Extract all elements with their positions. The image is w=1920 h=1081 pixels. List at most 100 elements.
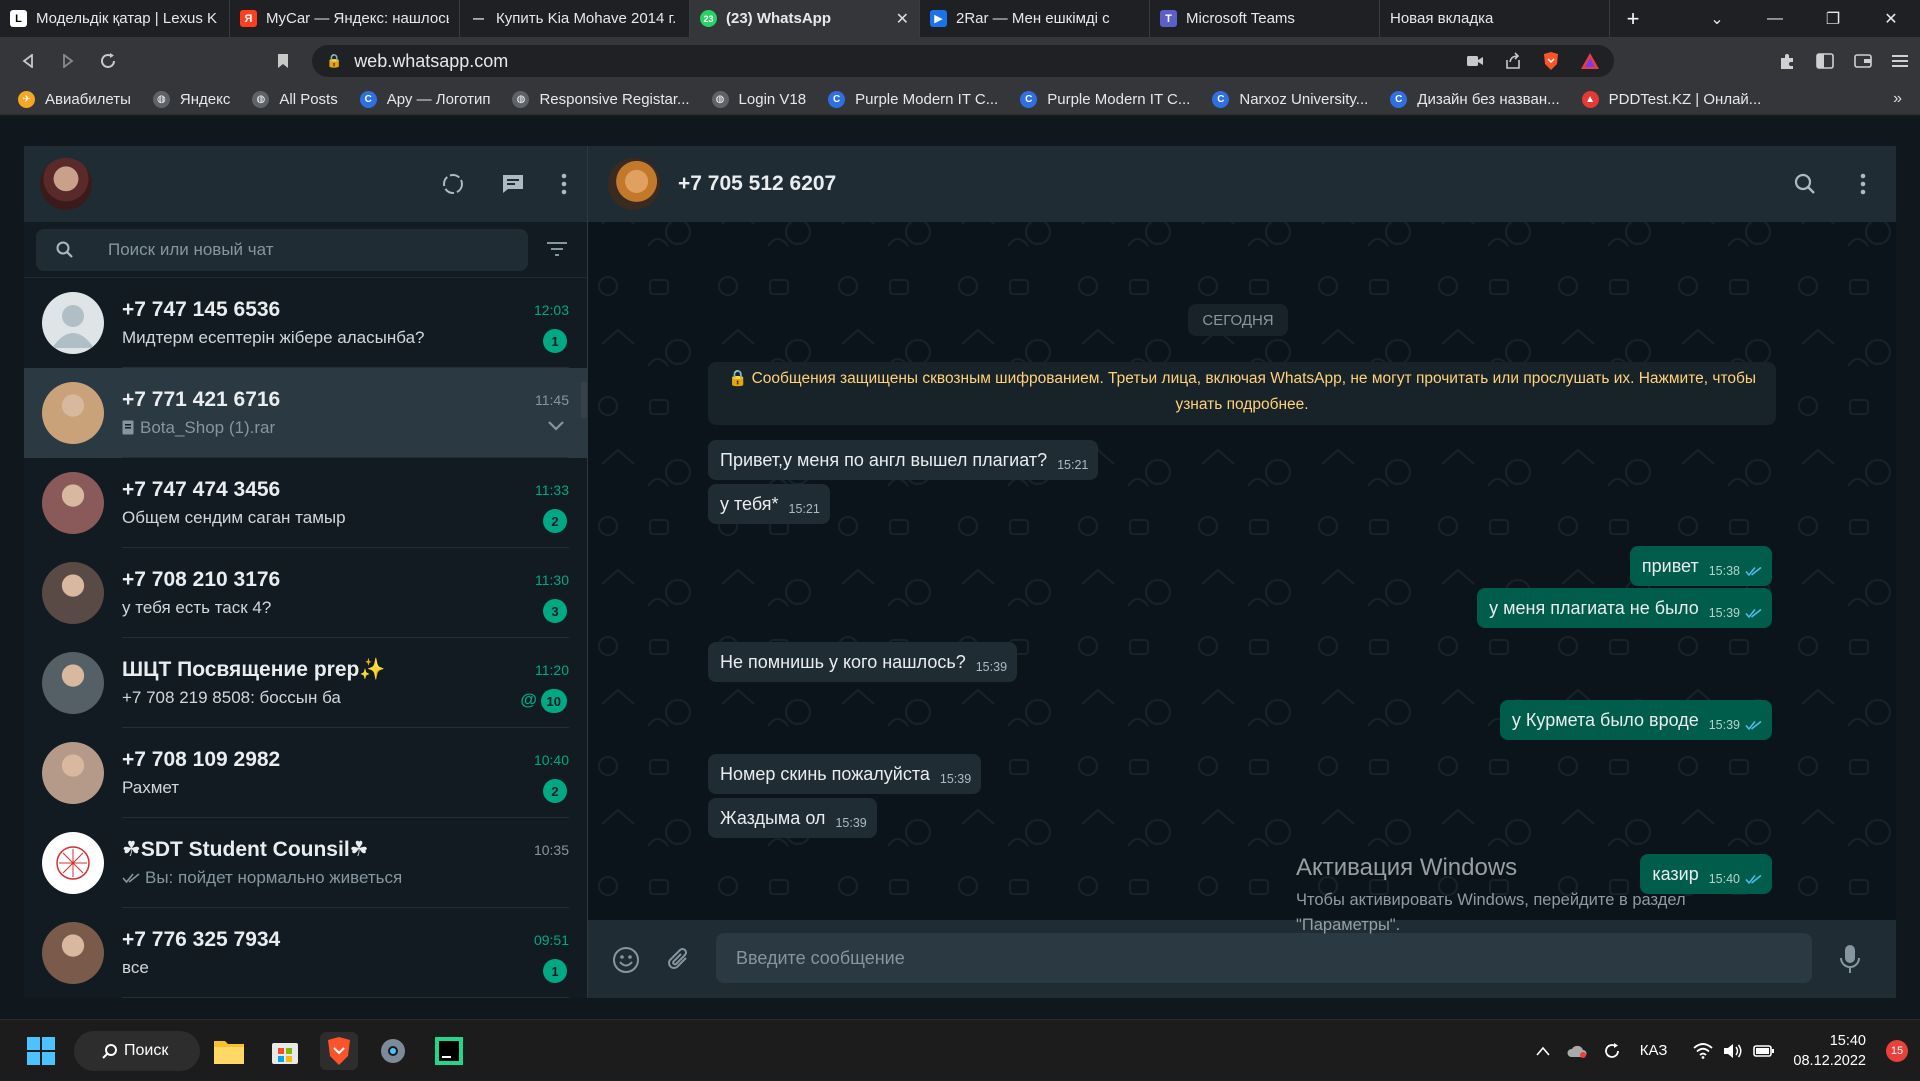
chat-last-message-row: +7 708 219 8508: боссын ба xyxy=(122,688,569,708)
conversation-menu-icon[interactable] xyxy=(1860,173,1866,195)
menu-icon[interactable] xyxy=(1892,54,1908,68)
outgoing-message[interactable]: у Курмета было вроде 15:39 xyxy=(1499,700,1772,740)
restore-button[interactable]: ❐ xyxy=(1804,0,1862,37)
file-explorer-icon[interactable] xyxy=(210,1032,248,1070)
address-bar[interactable]: 🔒 web.whatsapp.com xyxy=(312,45,1614,77)
contact-avatar[interactable] xyxy=(608,158,660,210)
language-indicator[interactable]: КАЗ xyxy=(1640,1042,1668,1059)
chat-time: 11:20 xyxy=(535,662,569,678)
browser-tab[interactable]: Я MyCar — Яндекс: нашлось xyxy=(230,0,460,37)
tab-search-icon[interactable]: ⌄ xyxy=(1688,0,1746,37)
battery-icon[interactable] xyxy=(1753,1044,1775,1058)
chat-list-item[interactable]: +7 747 474 3456 Общем сендим саган тамыр 1… xyxy=(24,458,587,548)
start-button[interactable] xyxy=(22,1032,60,1070)
minimize-button[interactable]: — xyxy=(1746,0,1804,37)
incoming-message[interactable]: Привет,у меня по англ вышел плагиат? 15:2… xyxy=(708,440,1099,480)
attach-icon[interactable] xyxy=(666,946,692,974)
brave-shield-icon[interactable] xyxy=(1542,51,1560,71)
onedrive-icon[interactable] xyxy=(1566,1044,1588,1058)
chat-time: 10:35 xyxy=(533,842,569,858)
profile-avatar[interactable] xyxy=(40,158,92,210)
more-bookmarks-button[interactable]: » xyxy=(1893,90,1902,108)
chat-list-item[interactable]: +7 771 421 6716 Bota_Shop (1).rar 11:45 xyxy=(24,368,587,458)
pycharm-taskbar-icon[interactable] xyxy=(430,1032,468,1070)
new-chat-icon[interactable] xyxy=(501,173,525,195)
bookmark-item[interactable]: C Purple Modern IT C... xyxy=(828,91,998,108)
notification-badge[interactable]: 15 xyxy=(1886,1039,1908,1062)
reload-icon[interactable] xyxy=(88,41,128,81)
taskbar-search[interactable]: Поиск xyxy=(74,1031,200,1071)
bookmark-label: Narxoz University... xyxy=(1239,91,1369,108)
url-text: web.whatsapp.com xyxy=(354,50,509,71)
contact-name[interactable]: +7 705 512 6207 xyxy=(678,172,836,196)
filter-icon[interactable] xyxy=(547,241,567,257)
sidebar-toggle-icon[interactable] xyxy=(1816,53,1834,69)
browser-tab[interactable]: ▶ 2Rar — Мен ешкімді с xyxy=(920,0,1150,37)
browser-tab[interactable]: L Модельдік қатар | Lexus K xyxy=(0,0,230,37)
chat-list-item[interactable]: +7 708 210 3176 у тебя есть таск 4? 11:30 3 xyxy=(24,548,587,638)
chevron-down-icon[interactable] xyxy=(547,420,565,432)
brave-taskbar-icon[interactable] xyxy=(320,1032,358,1070)
bookmark-item[interactable]: ▲ PDDTest.KZ | Онлай... xyxy=(1581,91,1761,108)
message-time: 15:39 xyxy=(1708,718,1740,732)
search-input[interactable]: Поиск или новый чат xyxy=(36,228,528,271)
status-icon[interactable] xyxy=(441,172,465,196)
bookmark-item[interactable]: C Дизайн без назван... xyxy=(1390,91,1560,108)
chat-list-item[interactable]: ШЦТ Посвящение prep✨ +7 708 219 8508: бос… xyxy=(24,638,587,728)
close-window-button[interactable]: ✕ xyxy=(1862,0,1920,37)
chat-list-item[interactable]: +7 708 109 2982 Рахмет 10:40 2 xyxy=(24,728,587,818)
conversation-header: +7 705 512 6207 xyxy=(588,146,1896,222)
wifi-icon[interactable] xyxy=(1693,1042,1714,1059)
show-hidden-icons[interactable] xyxy=(1536,1046,1550,1056)
browser-tab[interactable]: — Купить Kia Mohave 2014 г. xyxy=(460,0,690,37)
chat-list-item[interactable]: +7 747 145 6536 Мидтерм есептерін жібере … xyxy=(24,278,587,368)
extensions-icon[interactable] xyxy=(1778,52,1796,70)
browser-tab[interactable]: Новая вкладка xyxy=(1380,0,1610,37)
encryption-notice[interactable]: 🔒 Сообщения защищены сквозным шифрование… xyxy=(708,362,1776,425)
message-time: 15:21 xyxy=(788,502,820,516)
new-tab-button[interactable]: + xyxy=(1610,0,1656,37)
chat-name: +7 747 474 3456 xyxy=(122,477,281,501)
incoming-message[interactable]: у тебя* 15:21 xyxy=(708,484,830,524)
outgoing-message[interactable]: привет 15:38 xyxy=(1629,546,1772,586)
chat-last-message-row: у тебя есть таск 4? xyxy=(122,598,569,618)
chat-list-scrollbar[interactable] xyxy=(581,382,587,418)
incoming-message[interactable]: Не помнишь у кого нашлось? 15:39 xyxy=(708,642,1018,682)
bookmark-item[interactable]: ◍ All Posts xyxy=(252,91,338,108)
outgoing-message[interactable]: у меня плагиата не было 15:39 xyxy=(1477,588,1772,628)
forward-icon[interactable] xyxy=(48,41,88,81)
settings-taskbar-icon[interactable] xyxy=(374,1032,412,1070)
sidebar-header xyxy=(24,146,587,222)
volume-icon[interactable] xyxy=(1723,1043,1743,1059)
camera-icon[interactable] xyxy=(1466,54,1484,68)
bookmark-icon[interactable] xyxy=(263,41,303,81)
microphone-icon[interactable] xyxy=(1840,944,1860,974)
sync-icon[interactable] xyxy=(1602,1041,1622,1061)
bookmark-item[interactable]: C Narxoz University... xyxy=(1212,91,1368,108)
search-messages-icon[interactable] xyxy=(1794,173,1816,195)
chat-list-item[interactable]: ☘SDT Student Counsil☘ Вы: пойдет нормальн… xyxy=(24,818,587,908)
bookmark-item[interactable]: ◍ Login V18 xyxy=(711,91,806,108)
close-tab-icon[interactable]: ✕ xyxy=(896,9,909,29)
bookmark-favicon-icon: ✈ xyxy=(18,91,35,108)
share-icon[interactable] xyxy=(1504,52,1522,70)
lock-icon: 🔒 xyxy=(326,53,343,68)
browser-tab[interactable]: 23 (23) WhatsApp ✕ xyxy=(690,0,920,37)
bookmark-item[interactable]: C Purple Modern IT C... xyxy=(1020,91,1190,108)
back-icon[interactable] xyxy=(8,41,48,81)
bookmark-item[interactable]: ✈ Авиабилеты xyxy=(18,91,131,108)
brave-rewards-icon[interactable] xyxy=(1580,52,1600,70)
wallet-icon[interactable] xyxy=(1854,53,1872,69)
incoming-message[interactable]: Номер скинь пожалуйста 15:39 xyxy=(708,754,982,794)
menu-dots-icon[interactable] xyxy=(561,173,567,195)
microsoft-store-icon[interactable] xyxy=(266,1032,304,1070)
bookmark-item[interactable]: ◍ Яндекс xyxy=(152,91,230,108)
bookmark-item[interactable]: ◍ Responsive Registar... xyxy=(512,91,690,108)
clock[interactable]: 15:40 08.12.2022 xyxy=(1793,1031,1866,1071)
chat-list-item[interactable]: +7 776 325 7934 все 09:51 1 xyxy=(24,908,587,998)
browser-tab[interactable]: T Microsoft Teams xyxy=(1150,0,1380,37)
incoming-message[interactable]: Жаздыма ол 15:39 xyxy=(708,798,877,838)
emoji-icon[interactable] xyxy=(612,946,640,974)
bookmark-item[interactable]: C Ару — Логотип xyxy=(359,91,490,108)
message-input[interactable]: Введите сообщение xyxy=(716,933,1812,983)
